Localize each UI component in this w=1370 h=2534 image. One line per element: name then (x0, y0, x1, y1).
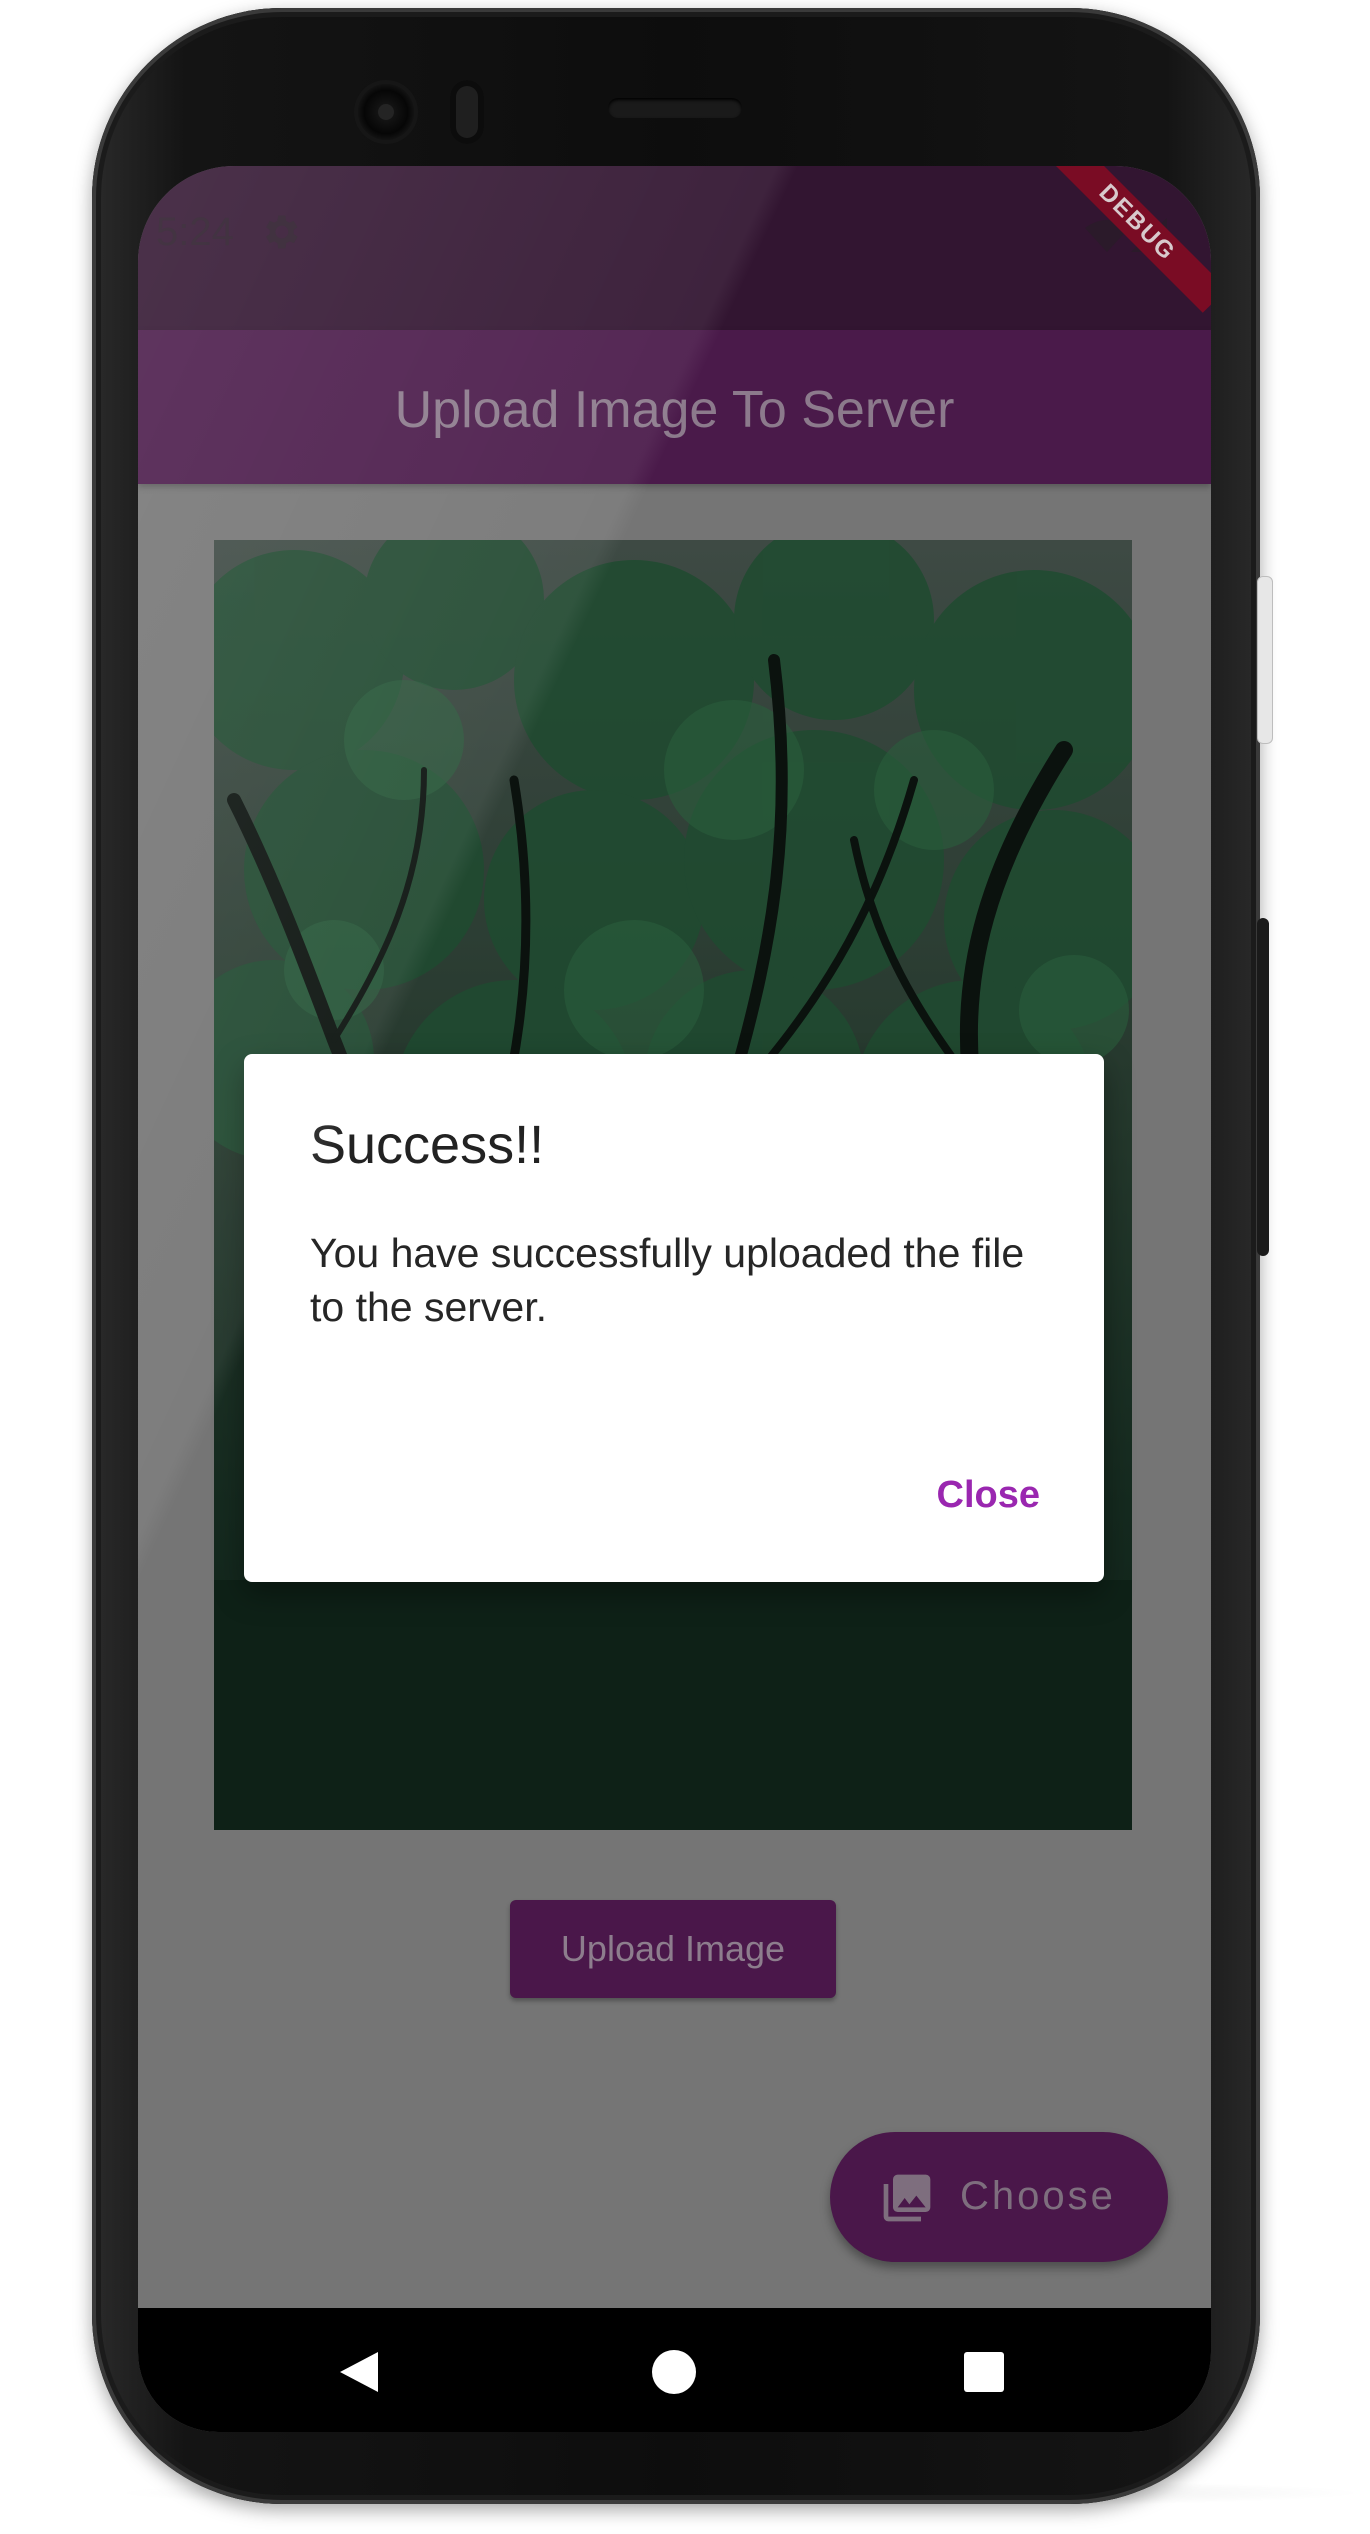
app-bar-title: Upload Image To Server (394, 381, 955, 439)
proximity-sensor (450, 80, 484, 144)
success-dialog: Success!! You have successfully uploaded… (244, 1054, 1104, 1582)
status-bar: 5:24 (138, 166, 1211, 330)
system-navigation-bar (138, 2308, 1211, 2432)
dialog-title: Success!! (310, 1115, 545, 1175)
front-camera (358, 84, 414, 140)
phone-screen: 5:24 DEBUG Upload Image To Server Upload… (138, 166, 1211, 2432)
close-button[interactable]: Close (929, 1468, 1048, 1523)
earpiece-speaker (608, 98, 742, 118)
recents-icon[interactable] (964, 2352, 1004, 2392)
choose-image-fab[interactable]: Choose (830, 2132, 1168, 2262)
back-icon[interactable] (338, 2350, 380, 2394)
upload-image-button[interactable]: Upload Image (510, 1900, 836, 1998)
volume-button (1257, 918, 1269, 1256)
power-button (1257, 576, 1273, 744)
app-bar: Upload Image To Server (138, 330, 1211, 484)
fab-label: Choose (960, 2174, 1116, 2218)
home-icon[interactable] (652, 2350, 696, 2394)
photo-library-icon (883, 2174, 931, 2222)
screenshot: 5:24 DEBUG Upload Image To Server Upload… (0, 0, 1370, 2534)
dialog-message: You have successfully uploaded the file … (310, 1230, 1025, 1330)
settings-gear-icon (266, 215, 298, 249)
status-time: 5:24 (156, 210, 234, 254)
